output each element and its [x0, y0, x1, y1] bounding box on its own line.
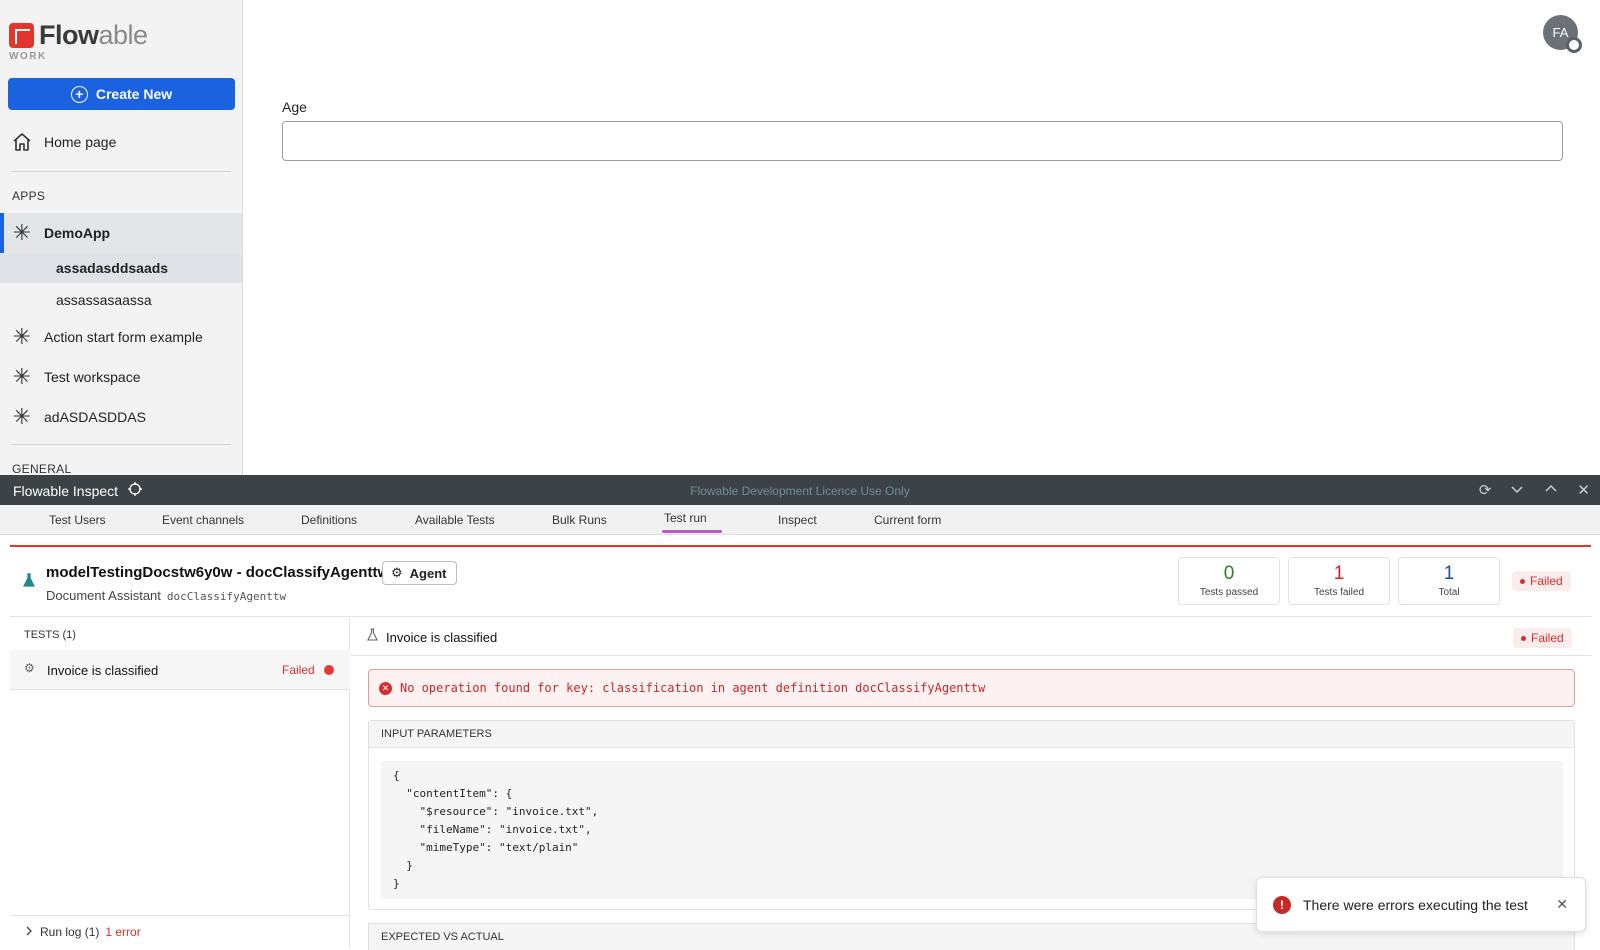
- input-parameters-label: INPUT PARAMETERS: [369, 721, 1574, 748]
- toast-message: There were errors executing the test: [1303, 896, 1528, 913]
- run-log-toggle[interactable]: Run log (1) 1 error: [10, 915, 350, 947]
- asterisk-icon: ✳: [12, 324, 32, 349]
- sidebar-item-action-start-form[interactable]: ✳ Action start form example: [0, 319, 242, 355]
- error-alert: ✕ No operation found for key: classifica…: [368, 669, 1575, 707]
- error-message: No operation found for key: classificati…: [400, 681, 986, 695]
- sidebar-item-label: Action start form example: [44, 329, 203, 345]
- sidebar-subitem-assadasddsaads[interactable]: assadasddsaads: [0, 253, 242, 283]
- test-row[interactable]: ⚙ Invoice is classified Failed: [10, 650, 350, 690]
- asterisk-icon: ✳: [12, 220, 32, 245]
- create-new-button[interactable]: + Create New: [8, 78, 235, 110]
- tab-inspect[interactable]: Inspect: [778, 513, 817, 527]
- test-status-badge: Failed: [1513, 628, 1572, 648]
- stat-value: 1: [1333, 563, 1345, 584]
- sidebar-item-adasdasddas[interactable]: ✳ adASDASDDAS: [0, 399, 242, 435]
- home-icon: [12, 132, 32, 152]
- close-icon[interactable]: ✕: [1556, 896, 1568, 913]
- inspect-tabs: Test Users Event channels Definitions Av…: [0, 505, 1600, 535]
- create-new-label: Create New: [95, 86, 173, 102]
- logo-text-main: Flow: [39, 20, 99, 50]
- error-alert-icon: !: [1273, 895, 1291, 914]
- sidebar-item-test-workspace[interactable]: ✳ Test workspace: [0, 359, 242, 395]
- run-status-badge: Failed: [1512, 571, 1571, 591]
- sidebar-item-label: DemoApp: [44, 225, 111, 241]
- sidebar: Flowable WORK + Create New Home page APP…: [0, 0, 243, 475]
- tab-bulk-runs[interactable]: Bulk Runs: [552, 513, 607, 527]
- tab-definitions[interactable]: Definitions: [301, 513, 357, 527]
- logo-subtitle: WORK: [9, 51, 47, 62]
- age-label: Age: [282, 99, 307, 115]
- tab-test-users[interactable]: Test Users: [49, 513, 106, 527]
- inspect-toolbar: Flowable Inspect Flowable Development Li…: [0, 475, 1600, 505]
- chevron-down-icon[interactable]: [1509, 481, 1525, 501]
- asterisk-icon: ✳: [12, 404, 32, 429]
- flask-icon: [367, 628, 378, 644]
- licence-notice: Flowable Development Licence Use Only: [690, 484, 910, 498]
- agent-icon: ⚙: [24, 661, 35, 675]
- tab-event-channels[interactable]: Event channels: [162, 513, 244, 527]
- stat-value: 1: [1443, 563, 1455, 584]
- flowable-logo[interactable]: Flowable: [9, 20, 148, 51]
- tab-test-run[interactable]: Test run: [664, 511, 707, 525]
- stat-label: Tests failed: [1313, 587, 1365, 598]
- refresh-icon[interactable]: ⟳: [1479, 481, 1492, 501]
- stat-value: 0: [1223, 563, 1235, 584]
- plus-circle-icon: +: [70, 85, 88, 103]
- run-log-label: Run log (1): [40, 924, 100, 939]
- sidebar-item-label: Home page: [44, 134, 117, 150]
- stat-label: Total: [1438, 587, 1460, 598]
- sidebar-divider: [11, 444, 231, 445]
- run-log-error-count: 1 error: [105, 924, 141, 939]
- stat-total: 1 Total: [1398, 557, 1500, 605]
- status-dot-icon: [1520, 578, 1525, 584]
- run-status-label: Failed: [1530, 574, 1563, 588]
- test-detail-header: Invoice is classified Failed: [351, 618, 1591, 656]
- tests-list: TESTS (1) ⚙ Invoice is classified Failed…: [10, 618, 350, 947]
- chevron-right-icon: [24, 925, 34, 939]
- agent-icon: ⚙: [391, 565, 403, 580]
- sidebar-divider: [11, 171, 231, 172]
- test-run-subtitle: Document Assistant: [46, 588, 161, 603]
- sidebar-item-label: adASDASDDAS: [44, 409, 146, 425]
- stat-tests-passed: 0 Tests passed: [1178, 557, 1280, 605]
- tab-available-tests[interactable]: Available Tests: [415, 513, 495, 527]
- test-detail-title: Invoice is classified: [386, 630, 498, 645]
- sidebar-item-demoapp[interactable]: ✳ DemoApp: [0, 213, 242, 253]
- test-run-header: modelTestingDocstw6y0w - docClassifyAgen…: [10, 547, 1591, 617]
- logo-text-thin: able: [98, 20, 149, 50]
- general-section-label: GENERAL: [12, 462, 72, 475]
- tab-current-form[interactable]: Current form: [874, 513, 941, 527]
- test-run-key: docClassifyAgenttw: [166, 590, 287, 603]
- user-status-icon: [1566, 37, 1582, 53]
- close-icon[interactable]: ✕: [1577, 481, 1590, 501]
- stat-tests-failed: 1 Tests failed: [1288, 557, 1390, 605]
- status-dot-icon: [1521, 635, 1526, 641]
- chevron-up-icon[interactable]: [1543, 481, 1559, 501]
- sidebar-subitem-assassasaassa[interactable]: assassasaassa: [0, 285, 242, 315]
- agent-badge: ⚙ Agent: [382, 561, 457, 585]
- failed-dot-icon: [324, 665, 334, 675]
- agent-badge-label: Agent: [409, 565, 447, 581]
- sidebar-item-label: Test workspace: [44, 369, 141, 385]
- sidebar-item-home[interactable]: Home page: [0, 124, 242, 160]
- active-tab-indicator: [662, 530, 722, 533]
- tests-header: TESTS (1): [24, 629, 76, 641]
- apps-section-label: APPS: [12, 189, 46, 203]
- error-circle-icon: ✕: [379, 681, 392, 695]
- error-toast: ! There were errors executing the test ✕: [1256, 877, 1586, 932]
- test-status-label: Failed: [1531, 631, 1564, 645]
- test-status: Failed: [282, 663, 315, 677]
- stat-label: Tests passed: [1199, 587, 1259, 598]
- age-input[interactable]: [282, 121, 1563, 161]
- flowable-logo-icon: [9, 23, 34, 48]
- asterisk-icon: ✳: [12, 364, 32, 389]
- test-run-title: modelTestingDocstw6y0w - docClassifyAgen…: [46, 564, 390, 581]
- test-name: Invoice is classified: [47, 663, 159, 678]
- flask-icon: [23, 573, 35, 590]
